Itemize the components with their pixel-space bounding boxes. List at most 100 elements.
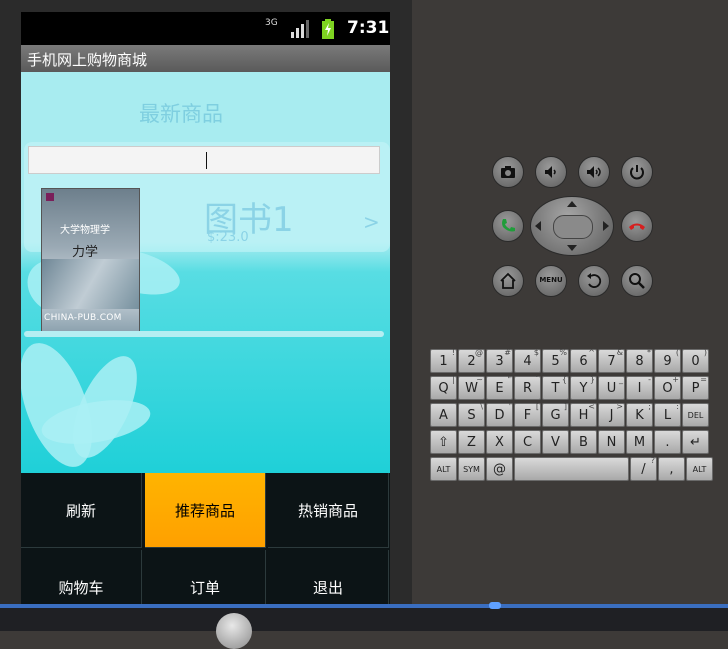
main-content[interactable]: 最新商品 大学物理学 力学 CHINA-PUB.COM 图书1 $:23.0 >: [21, 72, 390, 473]
menu-item-refresh[interactable]: 刷新: [21, 473, 142, 548]
key-q[interactable]: Q |: [430, 375, 457, 400]
key-n[interactable]: N: [598, 430, 625, 454]
key-f[interactable]: F[: [514, 402, 541, 427]
cover-title: 大学物理学: [60, 225, 110, 236]
key-shift-label: -: [648, 375, 651, 384]
menu-item-exit[interactable]: 退出: [268, 550, 389, 612]
key-9[interactable]: 9(: [654, 348, 681, 373]
key-3[interactable]: 3 #: [486, 348, 513, 373]
key-del[interactable]: DEL: [682, 403, 709, 427]
product-image[interactable]: 大学物理学 力学 CHINA-PUB.COM: [41, 188, 140, 334]
key-label: J: [609, 408, 614, 423]
key-d[interactable]: D ': [486, 402, 513, 427]
key-alt[interactable]: ALT: [430, 457, 457, 481]
key-label: 9: [663, 354, 672, 369]
call-button[interactable]: [492, 210, 524, 242]
key-p[interactable]: P =: [682, 375, 709, 400]
phone-frame: 3G 7:31 手机网上购物商城 最新商品 大学物理学 力学 CHINA-PUB…: [0, 0, 412, 631]
play-button[interactable]: [216, 613, 252, 649]
key-shift-label: ;: [648, 402, 651, 411]
key-g[interactable]: G]: [542, 402, 569, 427]
key-1[interactable]: 1!: [430, 348, 457, 373]
key-shift-label: &: [616, 348, 623, 357]
key-4[interactable]: 4 $: [514, 348, 541, 373]
key-i[interactable]: I-: [626, 375, 653, 400]
video-progress-bar[interactable]: [0, 604, 728, 608]
key-2[interactable]: 2 @: [458, 348, 485, 373]
key-label: 6: [579, 354, 588, 369]
key-o[interactable]: O +: [654, 375, 681, 400]
menu-item-cart[interactable]: 购物车: [21, 550, 142, 612]
back-button[interactable]: [578, 265, 610, 297]
key-c[interactable]: C: [514, 430, 541, 454]
menu-item-orders[interactable]: 订单: [145, 550, 266, 612]
key-shift-label: [: [535, 402, 539, 411]
key-z[interactable]: Z: [458, 430, 485, 454]
key-w[interactable]: W ~: [458, 375, 485, 400]
key-a[interactable]: A: [430, 403, 457, 427]
key-label: DEL: [687, 411, 704, 420]
battery-icon: [322, 19, 334, 39]
key-label: X: [495, 435, 504, 450]
key-sym[interactable]: SYM: [458, 457, 485, 481]
key-label: Z: [467, 435, 476, 450]
dpad-center-button[interactable]: [553, 215, 593, 239]
menu-item-label: 刷新: [65, 501, 96, 520]
cover-footer: CHINA-PUB.COM: [44, 313, 122, 323]
camera-icon: [501, 166, 515, 178]
section-title: 最新商品: [139, 102, 223, 126]
key-/[interactable]: /?: [630, 456, 657, 481]
key-k[interactable]: K;: [626, 402, 653, 427]
volume-down-button[interactable]: [535, 156, 567, 188]
key-h[interactable]: H <: [570, 402, 597, 427]
camera-button[interactable]: [492, 156, 524, 188]
key-shift-label: *: [647, 348, 651, 357]
call-icon: [502, 219, 515, 232]
key-↵[interactable]: ↵: [682, 430, 709, 454]
key-y[interactable]: Y}: [570, 375, 597, 400]
key-shift-label: #: [504, 348, 511, 357]
end-call-button[interactable]: [621, 210, 653, 242]
key-⇧[interactable]: ⇧: [430, 430, 457, 454]
power-button[interactable]: [621, 156, 653, 188]
key-j[interactable]: J >: [598, 402, 625, 427]
home-button[interactable]: [492, 265, 524, 297]
dpad[interactable]: [530, 196, 614, 256]
key-label: 5: [551, 354, 560, 369]
key-.[interactable]: .: [654, 430, 681, 454]
key-8[interactable]: 8 *: [626, 348, 653, 373]
key-l[interactable]: L:: [654, 402, 681, 427]
search-button[interactable]: [621, 265, 653, 297]
key-,[interactable]: ,: [658, 457, 685, 481]
key-0[interactable]: 0): [682, 348, 709, 373]
video-progress-knob[interactable]: [489, 602, 501, 609]
key-shift-label: =: [700, 375, 707, 384]
app-title: 手机网上购物商城: [27, 51, 148, 69]
volume-up-button[interactable]: [578, 156, 610, 188]
key-t[interactable]: T{: [542, 375, 569, 400]
key-@[interactable]: @: [486, 457, 513, 481]
chevron-right-icon[interactable]: >: [363, 210, 380, 234]
key-b[interactable]: B: [570, 430, 597, 454]
key-5[interactable]: 5%: [542, 348, 569, 373]
volume-down-icon: [545, 166, 556, 178]
list-divider: [24, 331, 384, 337]
key-x[interactable]: X: [486, 430, 513, 454]
key-shift-label: ?: [650, 456, 655, 465]
key-label: 4: [523, 354, 532, 369]
menu-item-hot[interactable]: 热销商品: [268, 473, 389, 548]
key-u[interactable]: U _: [598, 375, 625, 400]
search-input[interactable]: [28, 146, 380, 174]
key-alt[interactable]: ALT: [686, 457, 713, 481]
key-e[interactable]: E ": [486, 375, 513, 400]
key-r[interactable]: R `: [514, 375, 541, 400]
key-label: SYM: [463, 465, 480, 474]
key-6[interactable]: 6 ^: [570, 348, 597, 373]
key-s[interactable]: S \: [458, 402, 485, 427]
key-7[interactable]: 7 &: [598, 348, 625, 373]
key-m[interactable]: M: [626, 430, 653, 454]
menu-button[interactable]: MENU: [535, 265, 567, 297]
key-v[interactable]: V: [542, 430, 569, 454]
key-space[interactable]: [514, 457, 629, 481]
menu-item-recommended[interactable]: 推荐商品: [145, 473, 266, 548]
